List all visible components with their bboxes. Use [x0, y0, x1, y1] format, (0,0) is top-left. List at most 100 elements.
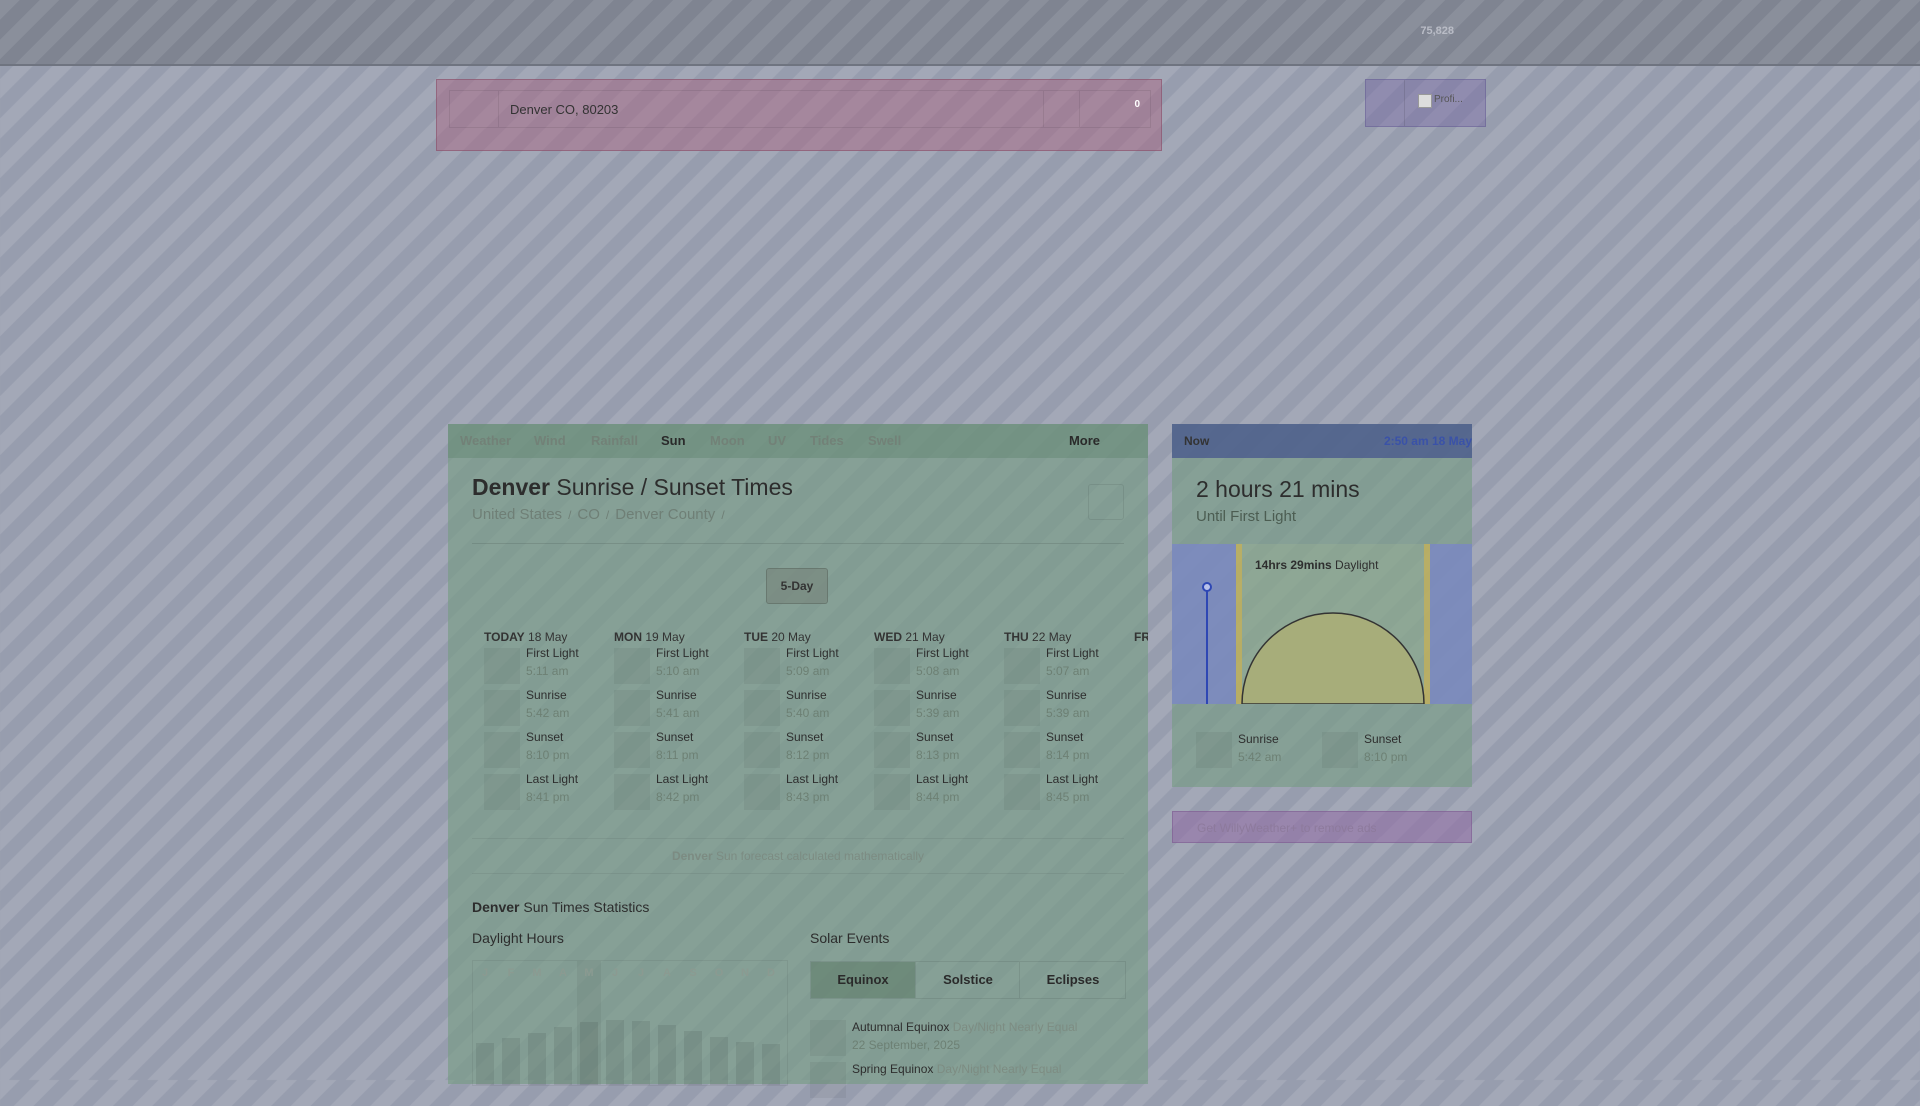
- solar-event: Autumnal Equinox Day/Night Nearly Equal …: [810, 1020, 1124, 1064]
- event-label: First Light: [526, 646, 579, 660]
- event-time: 5:41 am: [656, 706, 700, 720]
- title-divider: [472, 543, 1124, 544]
- event-time: 8:44 pm: [916, 790, 960, 804]
- day-of-week: TODAY: [484, 630, 525, 644]
- daylight-bar: [606, 1020, 624, 1085]
- solar-event-description: Day/Night Nearly Equal: [936, 1062, 1062, 1076]
- breadcrumb-state[interactable]: CO: [577, 506, 600, 523]
- month-column[interactable]: N: [733, 961, 757, 1085]
- search-panel: 0: [436, 79, 1162, 151]
- tab-more[interactable]: More: [1069, 433, 1100, 448]
- tab-wind[interactable]: Wind: [534, 433, 566, 448]
- sunrise-icon: [874, 690, 910, 726]
- remove-ads-link[interactable]: Get WillyWeather+ to remove ads: [1172, 811, 1472, 843]
- current-time-marker: [1202, 582, 1212, 592]
- tab-moon[interactable]: Moon: [710, 433, 745, 448]
- event-label: First Light: [1046, 646, 1099, 660]
- day-of-week: FR: [1134, 630, 1148, 644]
- share-button[interactable]: [1088, 484, 1124, 520]
- month-column[interactable]: D: [759, 961, 783, 1085]
- month-column[interactable]: A: [655, 961, 679, 1085]
- last-light-event: Last Light 8:43 pm: [744, 772, 874, 810]
- month-label: M: [584, 967, 594, 979]
- first-light-event: First Light 5:08 am: [874, 646, 1004, 684]
- month-column[interactable]: M: [525, 961, 549, 1085]
- daylight-bar: [736, 1042, 754, 1085]
- daylight-hours-chart: JFMAMJJASOND: [472, 960, 788, 1086]
- month-column[interactable]: J: [629, 961, 653, 1085]
- solar-event-description: Day/Night Nearly Equal: [952, 1020, 1078, 1034]
- sun-times-panel: Weather Wind Rainfall Sun Moon UV Tides …: [448, 424, 1148, 1098]
- daylight-duration: 14hrs 29mins Daylight: [1255, 558, 1378, 572]
- month-column[interactable]: A: [551, 961, 575, 1085]
- top-bar-count: 75,828: [1420, 25, 1454, 37]
- month-label: J: [481, 967, 489, 979]
- sunrise-icon: [744, 690, 780, 726]
- equinox-icon: [810, 1020, 846, 1056]
- month-column[interactable]: F: [499, 961, 523, 1085]
- last-light-event: Last Light 8:41 pm: [484, 772, 614, 810]
- event-time: 8:12 pm: [786, 748, 830, 762]
- tab-rainfall[interactable]: Rainfall: [591, 433, 638, 448]
- search-icon[interactable]: [450, 91, 499, 127]
- daylight-bar: [554, 1027, 572, 1085]
- day-header: FR: [1134, 630, 1148, 644]
- tab-weather[interactable]: Weather: [460, 433, 511, 448]
- statistics-title: Denver Sun Times Statistics: [472, 899, 649, 915]
- tab-uv[interactable]: UV: [768, 433, 786, 448]
- sunset-icon: [874, 732, 910, 768]
- daylight-bar: [762, 1044, 780, 1085]
- day-column: TODAY 18 May First Light 5:11 am Sunrise 5…: [484, 630, 614, 810]
- sunset-event: Sunset 8:14 pm: [1004, 730, 1134, 768]
- tab-solstice[interactable]: Solstice: [915, 962, 1020, 998]
- event-label: Sunrise: [1046, 688, 1087, 702]
- breadcrumb: United States / CO / Denver County /: [472, 506, 731, 523]
- breadcrumb-country[interactable]: United States: [472, 506, 562, 523]
- month-column[interactable]: J: [473, 961, 497, 1085]
- page-title: Denver Sunrise / Sunset Times: [472, 474, 793, 501]
- solar-events-title: Solar Events: [810, 930, 890, 946]
- location-search-input[interactable]: [510, 91, 1070, 127]
- last-light-icon: [744, 774, 780, 810]
- tab-tides[interactable]: Tides: [810, 433, 844, 448]
- sunset-icon: [614, 732, 650, 768]
- last-light-event: Last Light 8:42 pm: [614, 772, 744, 810]
- tab-equinox[interactable]: Equinox: [811, 962, 915, 998]
- tab-sun[interactable]: Sun: [661, 433, 686, 448]
- month-column[interactable]: S: [681, 961, 705, 1085]
- month-column[interactable]: M: [577, 961, 601, 1085]
- tab-eclipses[interactable]: Eclipses: [1019, 962, 1126, 998]
- sun-now-panel: Now 2:50 am 18 May 2 hours 21 mins Until…: [1172, 424, 1472, 787]
- saved-locations-badge[interactable]: 0: [1134, 99, 1140, 110]
- breadcrumb-county[interactable]: Denver County: [615, 506, 715, 523]
- event-label: Sunset: [916, 730, 954, 744]
- profile-image[interactable]: Profi...: [1418, 94, 1468, 124]
- account-panel[interactable]: Profi...: [1365, 79, 1486, 127]
- day-header: THU 22 May: [1004, 630, 1134, 644]
- night-region: [1430, 544, 1472, 704]
- current-datetime: 2:50 am 18 May: [1383, 434, 1472, 448]
- event-time: 8:14 pm: [1046, 748, 1090, 762]
- sunrise-time: 5:42 am: [1238, 750, 1282, 764]
- sunrise-label: Sunrise: [1238, 732, 1279, 746]
- month-column[interactable]: J: [603, 961, 627, 1085]
- month-label: F: [507, 967, 515, 979]
- sunrise-event: Sunrise 5:40 am: [744, 688, 874, 726]
- first-light-icon: [614, 648, 650, 684]
- day-of-week: THU: [1004, 630, 1029, 644]
- daylight-bar: [710, 1037, 728, 1085]
- month-column[interactable]: O: [707, 961, 731, 1085]
- tab-swell[interactable]: Swell: [868, 433, 901, 448]
- five-day-toggle[interactable]: 5-Day: [766, 568, 828, 604]
- daylight-bar: [658, 1025, 676, 1085]
- day-header: TODAY 18 May: [484, 630, 614, 644]
- breadcrumb-separator: /: [721, 508, 725, 522]
- broken-image-icon: [1418, 94, 1432, 108]
- sunrise-icon: [614, 690, 650, 726]
- event-label: Sunrise: [786, 688, 827, 702]
- event-label: First Light: [656, 646, 709, 660]
- sunset-label: Sunset: [1364, 732, 1402, 746]
- event-time: 8:11 pm: [656, 748, 699, 762]
- countdown-subtitle: Until First Light: [1196, 508, 1297, 525]
- last-light-icon: [614, 774, 650, 810]
